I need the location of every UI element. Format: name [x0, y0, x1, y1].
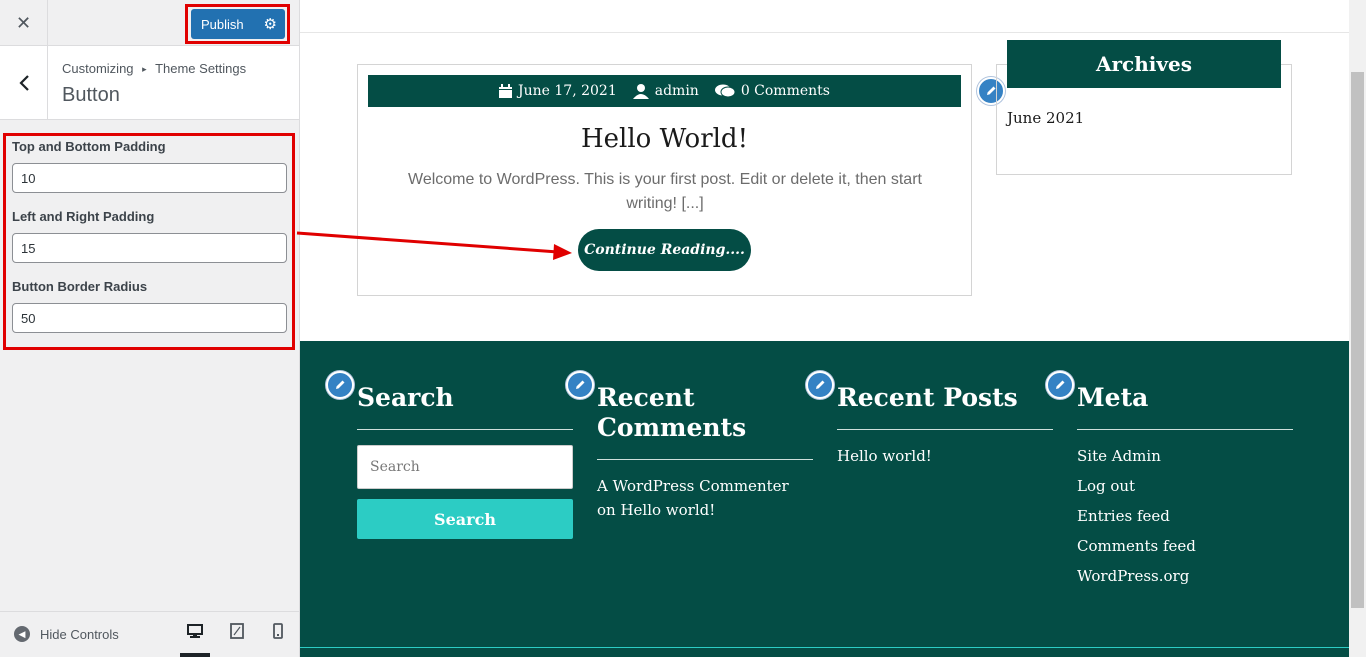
desktop-icon [187, 624, 203, 638]
comments-icon [714, 84, 735, 98]
meta-link-site-admin[interactable]: Site Admin [1077, 444, 1161, 468]
close-customizer-button[interactable]: ✕ [0, 0, 48, 46]
scrollbar-thumb[interactable] [1351, 72, 1364, 608]
device-tablet-button[interactable] [222, 623, 252, 657]
meta-widget-divider [1077, 429, 1293, 430]
continue-reading-button[interactable]: Continue Reading.... [578, 229, 751, 271]
pencil-icon [1056, 380, 1065, 389]
post-author[interactable]: admin [632, 83, 699, 99]
archives-title: Archives [1007, 40, 1281, 88]
user-icon [632, 84, 649, 99]
post-comments[interactable]: 0 Comments [714, 83, 830, 99]
tablet-icon [230, 623, 244, 639]
post-date[interactable]: June 17, 2021 [499, 83, 617, 99]
recent-comment-item[interactable]: A WordPress Commenter on Hello world! [597, 474, 789, 522]
edit-search-widget-button[interactable] [326, 371, 354, 399]
meta-link-wordpress-org[interactable]: WordPress.org [1077, 564, 1189, 588]
edit-meta-widget-button[interactable] [1046, 371, 1074, 399]
breadcrumb-parent: Theme Settings [155, 61, 247, 76]
back-button[interactable] [0, 46, 48, 119]
recent-comments-title: Recent Comments [597, 383, 747, 442]
mobile-icon [273, 623, 283, 639]
pencil-icon [336, 380, 345, 389]
post-meta-bar: June 17, 2021 admin 0 Comments [368, 75, 961, 107]
hide-controls-label: Hide Controls [40, 626, 119, 642]
edit-recent-comments-button[interactable] [566, 371, 594, 399]
meta-widget-title: Meta [1077, 383, 1149, 412]
breadcrumb-root: Customizing [62, 61, 134, 76]
edit-recent-posts-button[interactable] [806, 371, 834, 399]
pencil-icon [576, 380, 585, 389]
collapse-icon: ◀ [14, 626, 30, 642]
close-icon: ✕ [15, 12, 32, 34]
meta-link-log-out[interactable]: Log out [1077, 474, 1135, 498]
recent-posts-title: Recent Posts [837, 383, 1018, 412]
search-widget-divider [357, 429, 573, 430]
device-desktop-button[interactable] [180, 623, 210, 657]
section-title: Button [62, 84, 120, 106]
chevron-left-icon [18, 74, 29, 91]
section-header: Customizing ▸ Theme Settings Button [0, 46, 299, 120]
controls-highlight-annotation [3, 133, 295, 350]
recent-comments-divider [597, 459, 813, 460]
footer-search-button[interactable]: Search [357, 499, 573, 539]
breadcrumb: Customizing ▸ Theme Settings [62, 61, 246, 76]
customizer-footer: ◀ Hide Controls [0, 611, 299, 657]
archives-item[interactable]: June 2021 [1007, 109, 1084, 127]
recent-post-item[interactable]: Hello world! [837, 444, 932, 468]
post-title[interactable]: Hello World! [357, 124, 972, 154]
breadcrumb-separator: ▸ [142, 64, 147, 74]
footer-bottom-line [300, 647, 1349, 648]
gear-icon[interactable]: ⚙ [264, 15, 277, 33]
hide-controls-button[interactable]: ◀ Hide Controls [14, 626, 119, 642]
post-excerpt: Welcome to WordPress. This is your first… [408, 171, 922, 212]
preview-divider [300, 32, 1349, 33]
recent-posts-divider [837, 429, 1053, 430]
device-mobile-button[interactable] [263, 623, 293, 657]
search-widget-title: Search [357, 383, 454, 412]
publish-label: Publish [201, 16, 244, 32]
meta-link-comments-feed[interactable]: Comments feed [1077, 534, 1196, 558]
footer-search-input[interactable] [357, 445, 573, 489]
calendar-icon [499, 84, 512, 98]
pencil-icon [816, 380, 825, 389]
meta-link-entries-feed[interactable]: Entries feed [1077, 504, 1170, 528]
publish-button[interactable]: Publish ⚙ [191, 9, 285, 39]
